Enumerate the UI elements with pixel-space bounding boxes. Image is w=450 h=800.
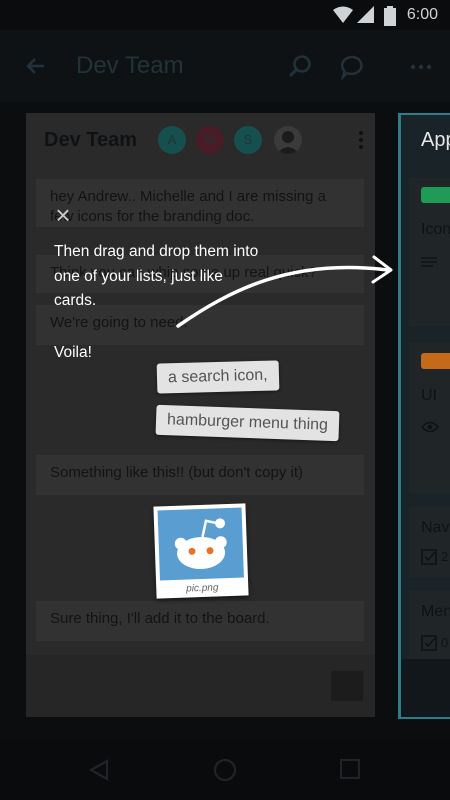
image-thumbnail	[157, 507, 244, 581]
robot-mascot-icon	[174, 518, 227, 570]
close-icon[interactable]: ×	[52, 202, 74, 228]
curved-arrow-icon	[176, 255, 393, 328]
onboarding-voila: Voila!	[54, 344, 92, 361]
draggable-image-card[interactable]: pic.png	[153, 503, 249, 599]
file-name: pic.png	[186, 582, 219, 595]
draggable-text-chip[interactable]: hamburger menu thing	[155, 404, 340, 442]
draggable-text-chip[interactable]: a search icon,	[156, 360, 279, 394]
onboarding-instruction: Then drag and drop them into one of your…	[54, 243, 259, 309]
